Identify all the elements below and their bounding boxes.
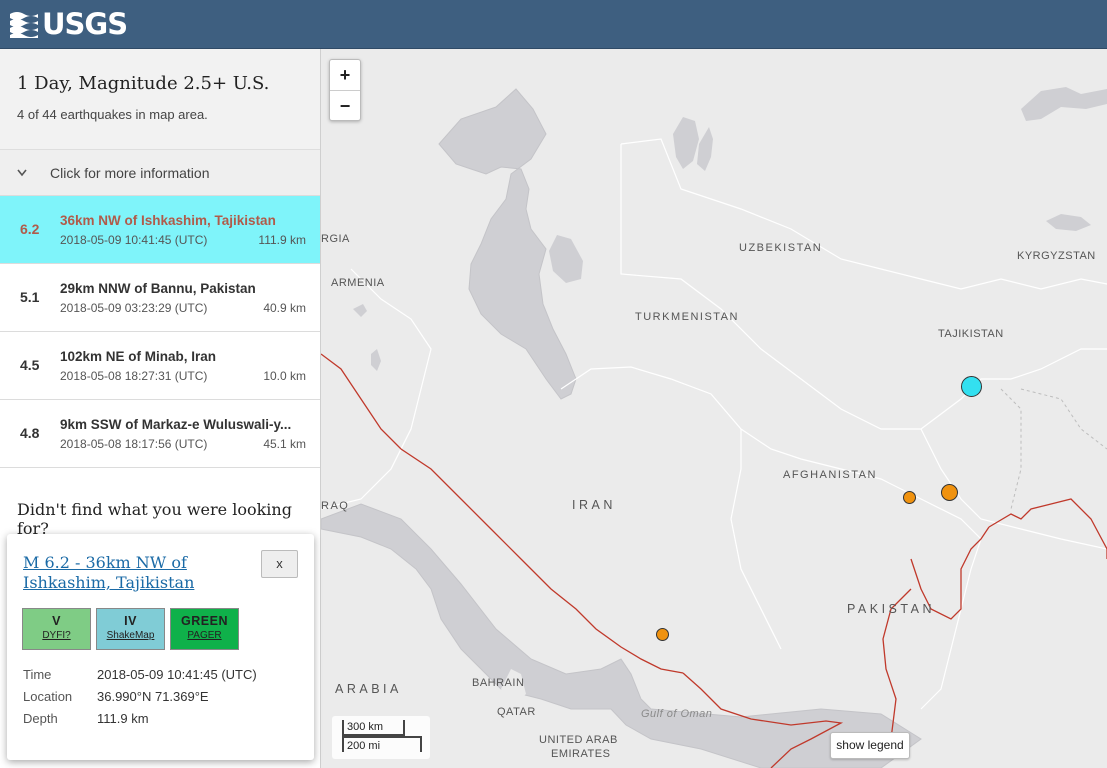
eq-magnitude: 4.8 [20,425,40,441]
map-label-pakistan: PAKISTAN [847,602,935,616]
eq-place: 9km SSW of Markaz-e Wuluswali-y... [60,417,292,432]
map-label-turkmenistan: TURKMENISTAN [635,311,739,323]
eq-place: 29km NNW of Bannu, Pakistan [60,281,256,296]
earthquake-list-item[interactable]: 6.2 36km NW of Ishkashim, Tajikistan 201… [0,196,320,264]
detail-value: 111.9 km [97,711,149,726]
dyfi-label: DYFI? [42,630,71,641]
list-title: 1 Day, Magnitude 2.5+ U.S. [17,73,270,94]
show-legend-button[interactable]: show legend [830,732,910,759]
earthquake-list-item[interactable]: 5.1 29km NNW of Bannu, Pakistan 2018-05-… [0,264,320,332]
chevron-down-icon [17,166,31,180]
basemap [321,87,1107,768]
disputed-borders [1000,388,1107,510]
shakemap-label: ShakeMap [106,630,155,641]
eq-place: 102km NE of Minab, Iran [60,349,217,364]
detail-row-time: Time 2018-05-09 10:41:45 (UTC) [23,667,257,689]
map-label-uae-line1: UNITED ARAB [539,734,618,746]
shakemap-badge[interactable]: IV ShakeMap [96,608,165,650]
shakemap-value: IV [124,614,137,628]
eq-magnitude: 4.5 [20,357,40,373]
eq-depth: 111.9 km [258,233,306,247]
aral-sea-north [673,117,699,169]
detail-value: 36.990°N 71.369°E [97,689,209,704]
detail-key: Location [23,689,73,704]
eq-depth: 10.0 km [263,369,306,383]
pager-label: PAGER [187,630,222,641]
map-label-qatar: QATAR [497,706,536,718]
eq-depth: 45.1 km [263,437,306,451]
earthquake-marker[interactable] [903,491,916,504]
dyfi-value: V [52,614,61,628]
map-area[interactable]: UZBEKISTAN KYRGYZSTAN TURKMENISTAN TAJIK… [321,49,1107,768]
map-label-tajikistan: TAJIKISTAN [938,328,1004,340]
lake-urmia [371,349,381,371]
map-label-bahrain: BAHRAIN [472,677,525,689]
dyfi-badge[interactable]: V DYFI? [22,608,91,650]
zoom-out-button[interactable]: − [330,90,360,120]
list-count: 4 of 44 earthquakes in map area. [17,107,208,122]
detail-row-depth: Depth 111.9 km [23,711,257,733]
detail-key: Time [23,667,52,682]
eq-magnitude: 6.2 [20,221,40,237]
list-header: 1 Day, Magnitude 2.5+ U.S. 4 of 44 earth… [0,49,320,150]
map-label-georgia: RGIA [321,233,350,245]
eq-magnitude: 5.1 [20,289,40,305]
more-info-toggle[interactable]: Click for more information [0,150,320,196]
map-label-kyrgyzstan: KYRGYZSTAN [1017,250,1096,262]
popup-details: Time 2018-05-09 10:41:45 (UTC) Location … [23,667,257,733]
usgs-wave-icon [10,12,38,38]
map-scale: 300 km 200 mi [332,716,430,759]
earthquake-marker-selected[interactable] [961,376,982,397]
detail-value: 2018-05-09 10:41:45 (UTC) [97,667,257,682]
lake-sevan [353,304,367,317]
pager-badge[interactable]: GREEN PAGER [170,608,239,650]
popup-close-button[interactable]: x [261,550,298,578]
pager-value: GREEN [181,614,228,628]
earthquake-popup: M 6.2 - 36km NW of Ishkashim, Tajikistan… [7,534,314,760]
popup-title-link[interactable]: M 6.2 - 36km NW of Ishkashim, Tajikistan [23,553,243,593]
earthquake-marker[interactable] [941,484,958,501]
zoom-control: + − [329,59,361,121]
eq-time: 2018-05-09 10:41:45 (UTC) [60,233,208,247]
didnt-find-heading: Didn't find what you were looking for? [17,500,292,538]
usgs-logo-text: USGS [42,7,128,41]
detail-row-location: Location 36.990°N 71.369°E [23,689,257,711]
eq-time: 2018-05-08 18:27:31 (UTC) [60,369,208,383]
scale-km: 300 km [342,720,405,736]
map-label-gulf-of-oman: Gulf of Oman [641,708,713,720]
eq-time: 2018-05-09 03:23:29 (UTC) [60,301,208,315]
scale-mi: 200 mi [342,736,422,752]
issyk-kul [1046,214,1091,231]
detail-key: Depth [23,711,58,726]
map-label-afghanistan: AFGHANISTAN [783,469,877,481]
more-info-label: Click for more information [50,164,210,181]
eq-place: 36km NW of Ishkashim, Tajikistan [60,213,276,228]
map-label-uzbekistan: UZBEKISTAN [739,242,823,254]
map-label-arabia: ARABIA [335,682,402,696]
map-label-iran: IRAN [572,498,616,512]
zoom-in-button[interactable]: + [330,60,360,90]
map-label-iraq: RAQ [321,500,350,512]
map-label-armenia: ARMENIA [331,277,385,289]
aral-sea-east [697,127,713,171]
usgs-logo[interactable]: USGS [10,7,128,41]
eq-time: 2018-05-08 18:17:56 (UTC) [60,437,208,451]
country-borders [321,138,1107,710]
header-bar: USGS [0,0,1107,49]
lake-balkhash [1021,87,1107,121]
aral-sea-west [549,235,583,283]
map-label-uae-line2: EMIRATES [551,748,611,760]
eq-depth: 40.9 km [263,301,306,315]
earthquake-list-item[interactable]: 4.5 102km NE of Minab, Iran 2018-05-08 1… [0,332,320,400]
earthquake-list-item[interactable]: 4.8 9km SSW of Markaz-e Wuluswali-y... 2… [0,400,320,468]
earthquake-marker[interactable] [656,628,669,641]
